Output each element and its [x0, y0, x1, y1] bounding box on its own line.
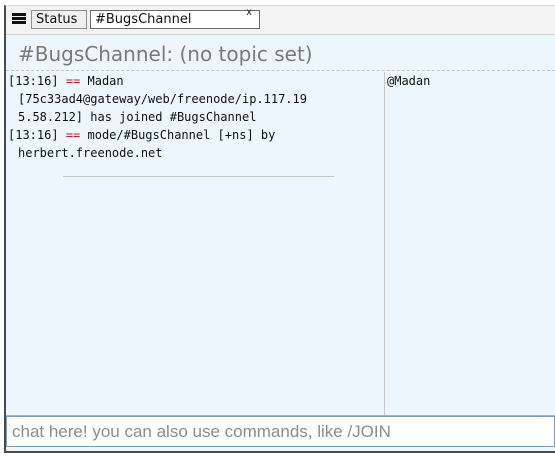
nick-item[interactable]: @Madan	[385, 72, 555, 90]
message-line: [13:16] == Madan	[8, 72, 383, 90]
message-log: [13:16] == Madan [75c33ad4@gateway/web/f…	[8, 72, 383, 415]
message-marker: ==	[65, 74, 81, 88]
message-time: [13:16]	[8, 128, 59, 142]
message-line: [13:16] == mode/#BugsChannel [+ns] by	[8, 126, 383, 144]
message-text: [75c33ad4@gateway/web/freenode/ip.117.19	[18, 92, 307, 106]
message-marker: ==	[65, 128, 81, 142]
tab-status[interactable]: Status	[31, 10, 87, 29]
message-line: [75c33ad4@gateway/web/freenode/ip.117.19	[8, 90, 383, 108]
chat-input[interactable]	[6, 416, 555, 447]
message-text: mode/#BugsChannel [+ns] by	[87, 128, 276, 142]
chat-input-area	[6, 415, 555, 449]
message-time: [13:16]	[8, 74, 59, 88]
tab-bar: Status #BugsChannel x	[6, 6, 555, 35]
message-text: herbert.freenode.net	[18, 146, 163, 160]
message-separator	[63, 176, 334, 177]
nick-list: @Madan	[384, 72, 555, 415]
channel-topic: #BugsChannel: (no topic set)	[18, 42, 313, 66]
topic-divider	[6, 70, 555, 71]
message-text: 5.58.212] has joined #BugsChannel	[18, 110, 257, 124]
message-item: [13:16] == Madan [75c33ad4@gateway/web/f…	[8, 72, 383, 126]
message-item: [13:16] == mode/#BugsChannel [+ns] by he…	[8, 126, 383, 162]
message-line: 5.58.212] has joined #BugsChannel	[8, 108, 383, 126]
message-line: herbert.freenode.net	[8, 144, 383, 162]
hamburger-menu-icon[interactable]	[12, 13, 26, 25]
tab-status-label: Status	[36, 12, 78, 27]
close-icon[interactable]: x	[246, 8, 252, 18]
tab-bugschannel-label: #BugsChannel	[95, 12, 192, 27]
message-text: Madan	[87, 74, 124, 88]
tab-bugschannel[interactable]: #BugsChannel x	[90, 8, 260, 29]
irc-client-window: Status #BugsChannel x #BugsChannel: (no …	[4, 5, 555, 453]
